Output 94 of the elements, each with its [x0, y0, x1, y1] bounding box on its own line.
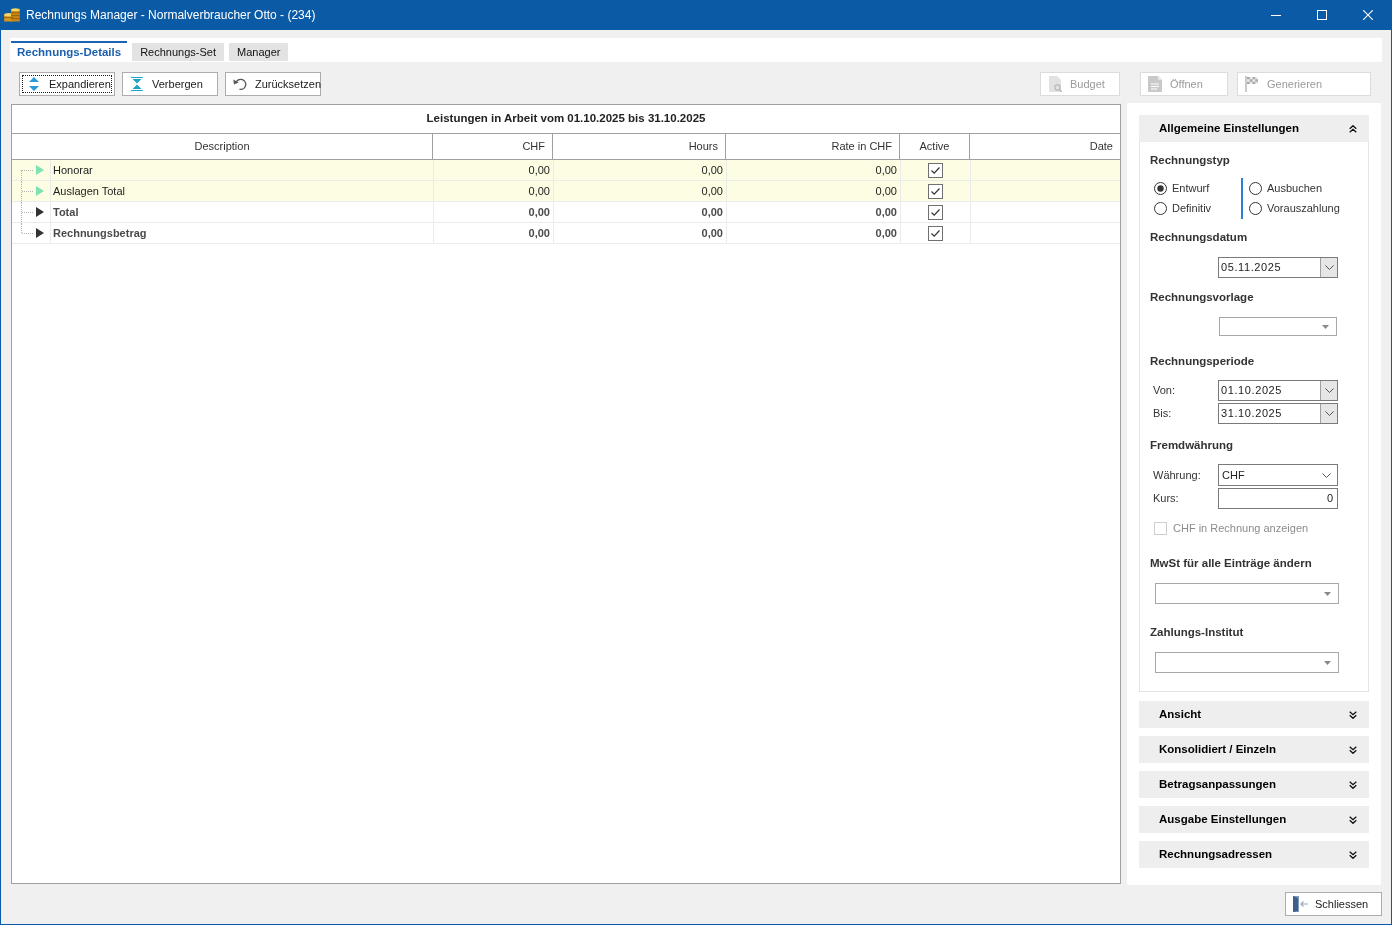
dropdown-arrow-icon — [1324, 591, 1331, 596]
checkbox-label: CHF in Rechnung anzeigen — [1173, 520, 1309, 536]
chevron-down-icon — [1324, 265, 1334, 270]
toolbar-button[interactable]: Expandieren — [19, 72, 115, 96]
table-cell: 0,00 — [553, 202, 726, 222]
column-header[interactable]: Description — [12, 134, 433, 159]
section-heading: Rechnungsperiode — [1150, 354, 1256, 368]
section-header[interactable]: Konsolidiert / Einzeln — [1139, 736, 1369, 763]
chevron-down-icon — [1324, 411, 1334, 416]
document-search-icon — [1048, 76, 1062, 92]
section-header[interactable]: Ansicht — [1139, 701, 1369, 728]
field-label: Von: — [1153, 383, 1177, 399]
section-heading: Fremdwährung — [1150, 438, 1235, 452]
section-heading: Rechnungstyp — [1150, 153, 1231, 167]
section-heading: MwSt für alle Einträge ändern — [1150, 556, 1313, 570]
dropdown-arrow-icon — [1322, 324, 1329, 329]
radio-button[interactable] — [1249, 181, 1262, 195]
expander-triangle-icon[interactable] — [36, 207, 44, 217]
minimize-icon — [1271, 14, 1281, 16]
table-title: Leistungen in Arbeit vom 01.10.2025 bis 31.10.2025 — [12, 105, 1120, 134]
rate-field[interactable]: 0 — [1218, 488, 1338, 509]
double-chevron-down-icon[interactable] — [1349, 815, 1357, 824]
radio-button[interactable] — [1249, 201, 1262, 215]
chevron-down-icon — [1324, 388, 1334, 393]
collapse-arrows-icon — [131, 77, 143, 91]
table-cell: 0,00 — [433, 181, 553, 201]
checkbox[interactable] — [928, 225, 943, 241]
table-cell: Total — [50, 202, 433, 222]
radio-label: Vorauszahlung — [1267, 200, 1340, 216]
toolbar-button[interactable]: Zurücksetzen — [225, 72, 321, 96]
dropdown-button[interactable] — [1320, 381, 1337, 400]
window-title: Rechnungs Manager - Normalverbraucher Otto - (234) — [26, 7, 316, 24]
section-heading: Zahlungs-Institut — [1150, 625, 1245, 639]
undo-arrow-icon — [233, 78, 247, 90]
radio-label: Entwurf — [1172, 180, 1210, 196]
close-button[interactable]: Schliessen — [1285, 892, 1382, 916]
checkbox[interactable] — [928, 183, 943, 199]
table-cell: 0,00 — [553, 181, 726, 201]
radio-button[interactable] — [1154, 201, 1167, 215]
field-label: Bis: — [1153, 406, 1173, 422]
table-cell: 0,00 — [726, 160, 900, 180]
date-field[interactable]: 05.11.2025 — [1218, 257, 1338, 278]
table-cell: Rechnungsbetrag — [50, 223, 433, 243]
double-chevron-down-icon[interactable] — [1349, 745, 1357, 754]
double-chevron-down-icon[interactable] — [1349, 710, 1357, 719]
section-heading: Rechnungsdatum — [1150, 230, 1249, 244]
maximize-icon — [1317, 10, 1327, 20]
table-cell: 0,00 — [433, 160, 553, 180]
expander-triangle-icon[interactable] — [36, 228, 44, 238]
checkbox[interactable] — [928, 162, 943, 178]
exit-door-icon — [1292, 896, 1308, 912]
coins-icon — [3, 8, 21, 22]
table-cell: Auslagen Total — [50, 181, 433, 201]
dropdown-arrow-icon — [1324, 660, 1331, 665]
column-header[interactable]: Active — [900, 134, 970, 159]
table-cell: 0,00 — [726, 202, 900, 222]
chevron-down-icon — [1322, 472, 1331, 478]
currency-dropdown[interactable]: CHF — [1218, 464, 1338, 486]
column-header[interactable]: Date — [970, 134, 1120, 159]
section-header[interactable]: Allgemeine Einstellungen — [1139, 115, 1369, 142]
radio-label: Definitiv — [1172, 200, 1212, 216]
table-cell: 0,00 — [553, 223, 726, 243]
column-header[interactable]: Hours — [553, 134, 726, 159]
tab[interactable]: Rechnungs-Set — [132, 43, 224, 61]
checkbox[interactable] — [928, 204, 943, 220]
radio-label: Ausbuchen — [1267, 180, 1323, 196]
date-field[interactable]: 01.10.2025 — [1218, 380, 1338, 401]
field-label: Kurs: — [1153, 491, 1180, 507]
section-heading: Rechnungsvorlage — [1150, 290, 1255, 304]
section-header[interactable]: Betragsanpassungen — [1139, 771, 1369, 798]
toolbar-button[interactable]: Verbergen — [122, 72, 218, 96]
double-chevron-up-icon[interactable] — [1349, 124, 1357, 133]
table-cell: 0,00 — [726, 181, 900, 201]
radio-button[interactable] — [1154, 181, 1167, 195]
section-header[interactable]: Rechnungsadressen — [1139, 841, 1369, 868]
section-header[interactable]: Ausgabe Einstellungen — [1139, 806, 1369, 833]
document-icon — [1148, 76, 1162, 92]
date-field[interactable]: 31.10.2025 — [1218, 403, 1338, 424]
tab[interactable]: Manager — [229, 43, 289, 61]
checkered-flag-icon — [1245, 76, 1259, 92]
table-cell: 0,00 — [726, 223, 900, 243]
table-cell: 0,00 — [433, 202, 553, 222]
dropdown-button[interactable] — [1320, 258, 1337, 277]
table-cell: Honorar — [50, 160, 433, 180]
close-icon — [1363, 10, 1373, 20]
field-label: Währung: — [1153, 467, 1202, 483]
column-header[interactable]: CHF — [433, 134, 553, 159]
expand-arrows-icon — [29, 77, 39, 91]
table-cell: 0,00 — [553, 160, 726, 180]
column-header[interactable]: Rate in CHF — [726, 134, 900, 159]
dropdown-button[interactable] — [1320, 404, 1337, 423]
double-chevron-down-icon[interactable] — [1349, 850, 1357, 859]
double-chevron-down-icon[interactable] — [1349, 780, 1357, 789]
table-cell: 0,00 — [433, 223, 553, 243]
